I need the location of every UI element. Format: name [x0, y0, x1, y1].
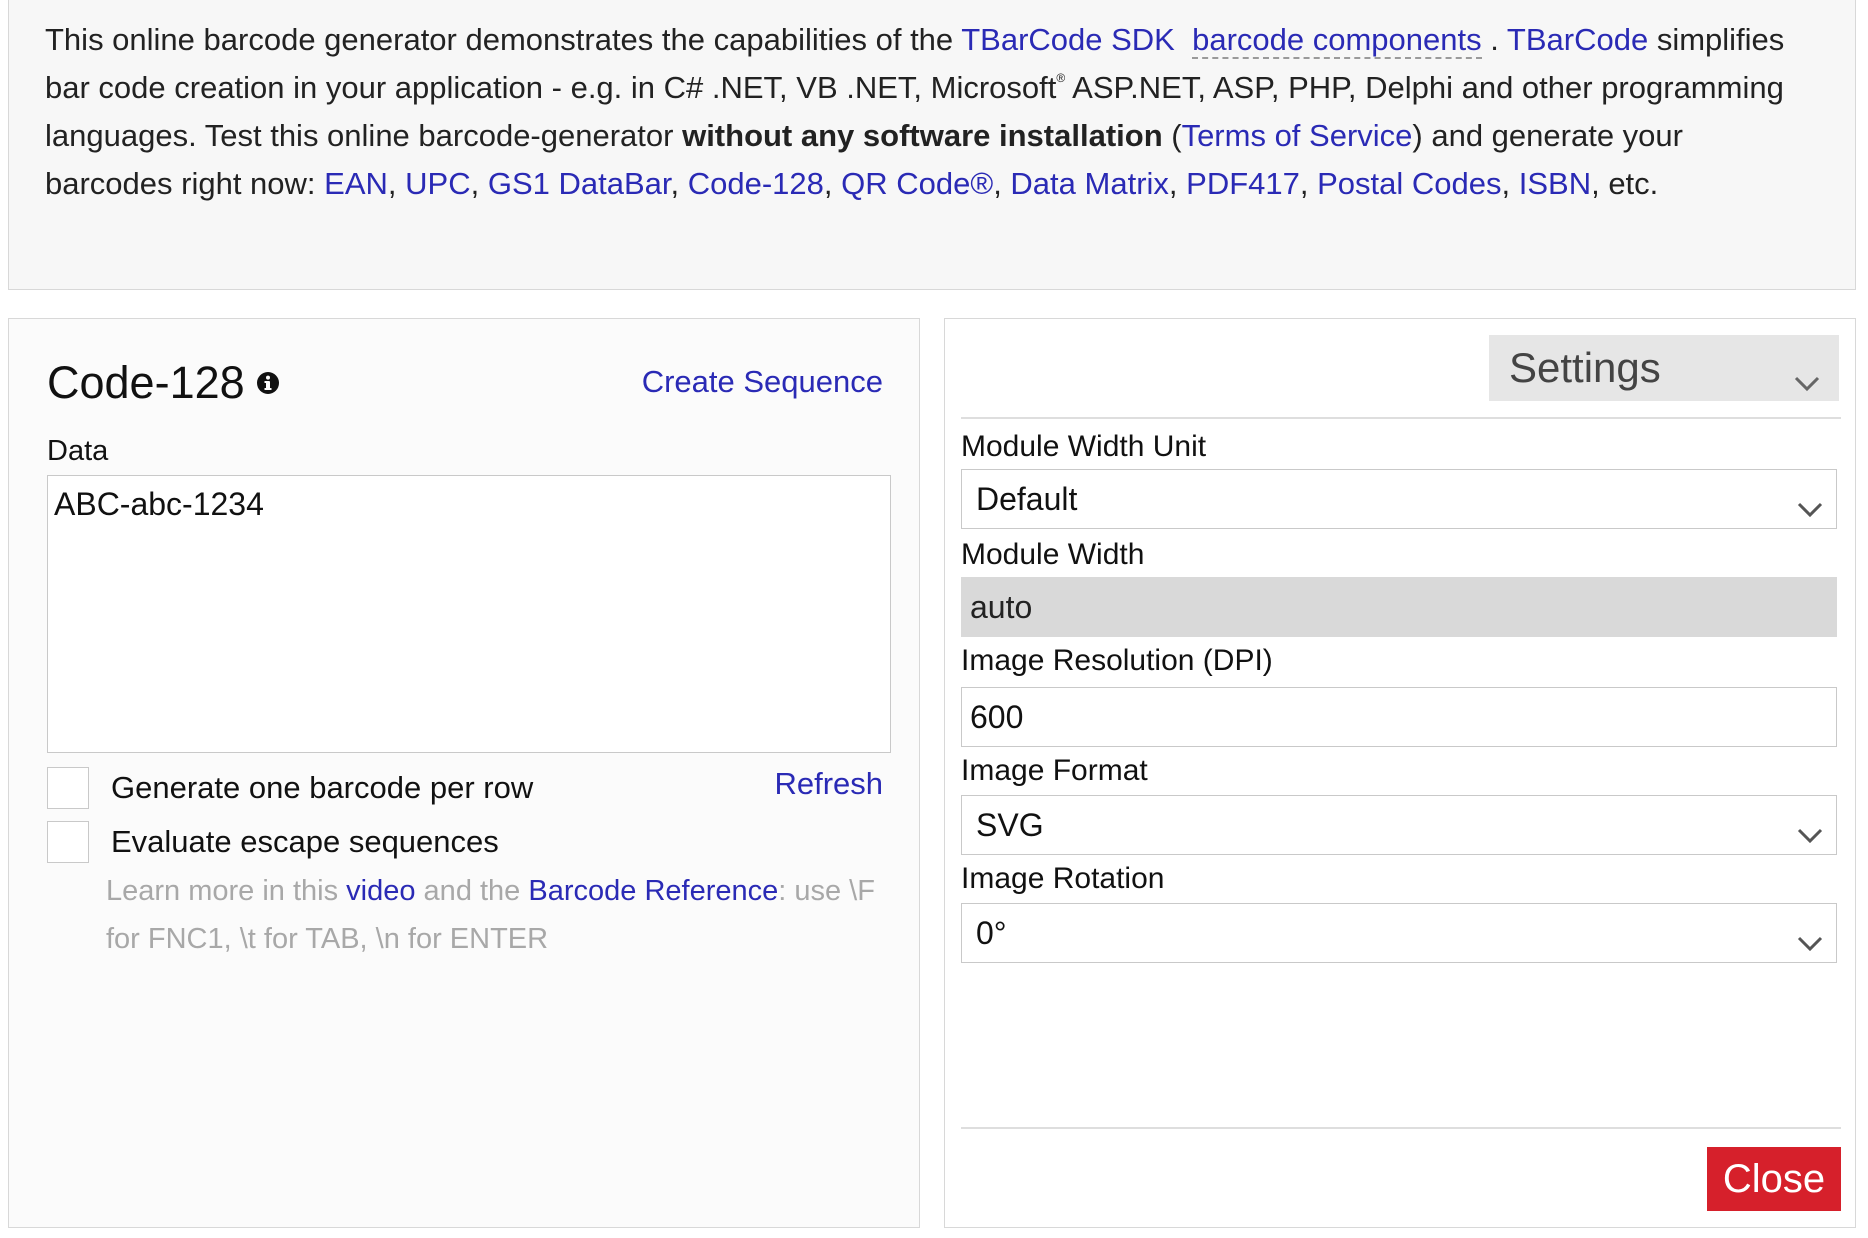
chevron-down-icon — [1793, 355, 1821, 403]
divider — [961, 1127, 1841, 1129]
divider — [961, 417, 1841, 419]
intro-bold-text: without any software installation — [682, 118, 1163, 153]
close-button[interactable]: Close — [1707, 1147, 1841, 1211]
info-icon[interactable] — [256, 372, 279, 394]
chevron-down-icon — [1796, 490, 1824, 527]
tbarcode-link[interactable]: TBarCode — [1507, 22, 1648, 57]
video-link[interactable]: video — [346, 875, 415, 907]
module-width-unit-select[interactable]: Default — [961, 469, 1837, 529]
barcode-data-panel: Code-128 Create Sequence Data Generate o… — [8, 318, 920, 1228]
image-format-value: SVG — [976, 806, 1044, 843]
one-barcode-per-row-checkbox[interactable] — [47, 767, 89, 809]
image-resolution-input[interactable] — [961, 687, 1837, 747]
data-matrix-link[interactable]: Data Matrix — [1010, 166, 1168, 201]
tbarcode-sdk-link[interactable]: TBarCode SDK — [961, 22, 1175, 57]
escape-sequences-checkbox[interactable] — [47, 821, 89, 863]
refresh-link[interactable]: Refresh — [774, 761, 883, 807]
barcode-data-input[interactable] — [47, 475, 891, 753]
module-width-label: Module Width — [961, 538, 1145, 571]
image-rotation-value: 0° — [976, 914, 1007, 951]
escape-sequences-label: Evaluate escape sequences — [111, 824, 499, 859]
barcode-reference-link[interactable]: Barcode Reference — [528, 875, 778, 907]
one-barcode-per-row-row: Generate one barcode per row — [47, 767, 533, 809]
gs1-databar-link[interactable]: GS1 DataBar — [488, 166, 671, 201]
barcode-type-title: Code-128 — [47, 353, 279, 413]
image-format-label: Image Format — [961, 754, 1148, 787]
isbn-link[interactable]: ISBN — [1519, 166, 1591, 201]
intro-text: This online barcode generator demonstrat… — [45, 22, 962, 57]
module-width-unit-value: Default — [976, 480, 1078, 517]
image-resolution-label: Image Resolution (DPI) — [961, 644, 1273, 677]
chevron-down-icon — [1796, 924, 1824, 961]
barcode-type-name: Code-128 — [47, 357, 245, 408]
module-width-input — [961, 577, 1837, 637]
pdf417-link[interactable]: PDF417 — [1186, 166, 1300, 201]
upc-link[interactable]: UPC — [405, 166, 470, 201]
qr-code-link[interactable]: QR Code® — [841, 166, 993, 201]
escape-sequences-row: Evaluate escape sequences — [47, 821, 499, 863]
terms-of-service-link[interactable]: Terms of Service — [1182, 118, 1413, 153]
data-label: Data — [47, 435, 109, 467]
image-rotation-label: Image Rotation — [961, 862, 1165, 895]
image-format-select[interactable]: SVG — [961, 795, 1837, 855]
barcode-components-link[interactable]: barcode components — [1192, 22, 1482, 59]
escape-hint: Learn more in this video and the Barcode… — [106, 875, 875, 955]
registered-mark: ® — [1056, 71, 1066, 85]
settings-panel: Settings Module Width Unit Default Modul… — [944, 318, 1856, 1228]
create-sequence-link[interactable]: Create Sequence — [642, 359, 883, 405]
postal-codes-link[interactable]: Postal Codes — [1317, 166, 1501, 201]
one-barcode-per-row-label: Generate one barcode per row — [111, 770, 534, 805]
chevron-down-icon — [1796, 816, 1824, 853]
ean-link[interactable]: EAN — [324, 166, 388, 201]
image-rotation-select[interactable]: 0° — [961, 903, 1837, 963]
module-width-unit-label: Module Width Unit — [961, 430, 1207, 463]
settings-title: Settings — [1509, 344, 1661, 391]
code-128-link[interactable]: Code-128 — [688, 166, 824, 201]
settings-dropdown[interactable]: Settings — [1489, 335, 1839, 401]
intro-text-box: This online barcode generator demonstrat… — [8, 0, 1856, 290]
